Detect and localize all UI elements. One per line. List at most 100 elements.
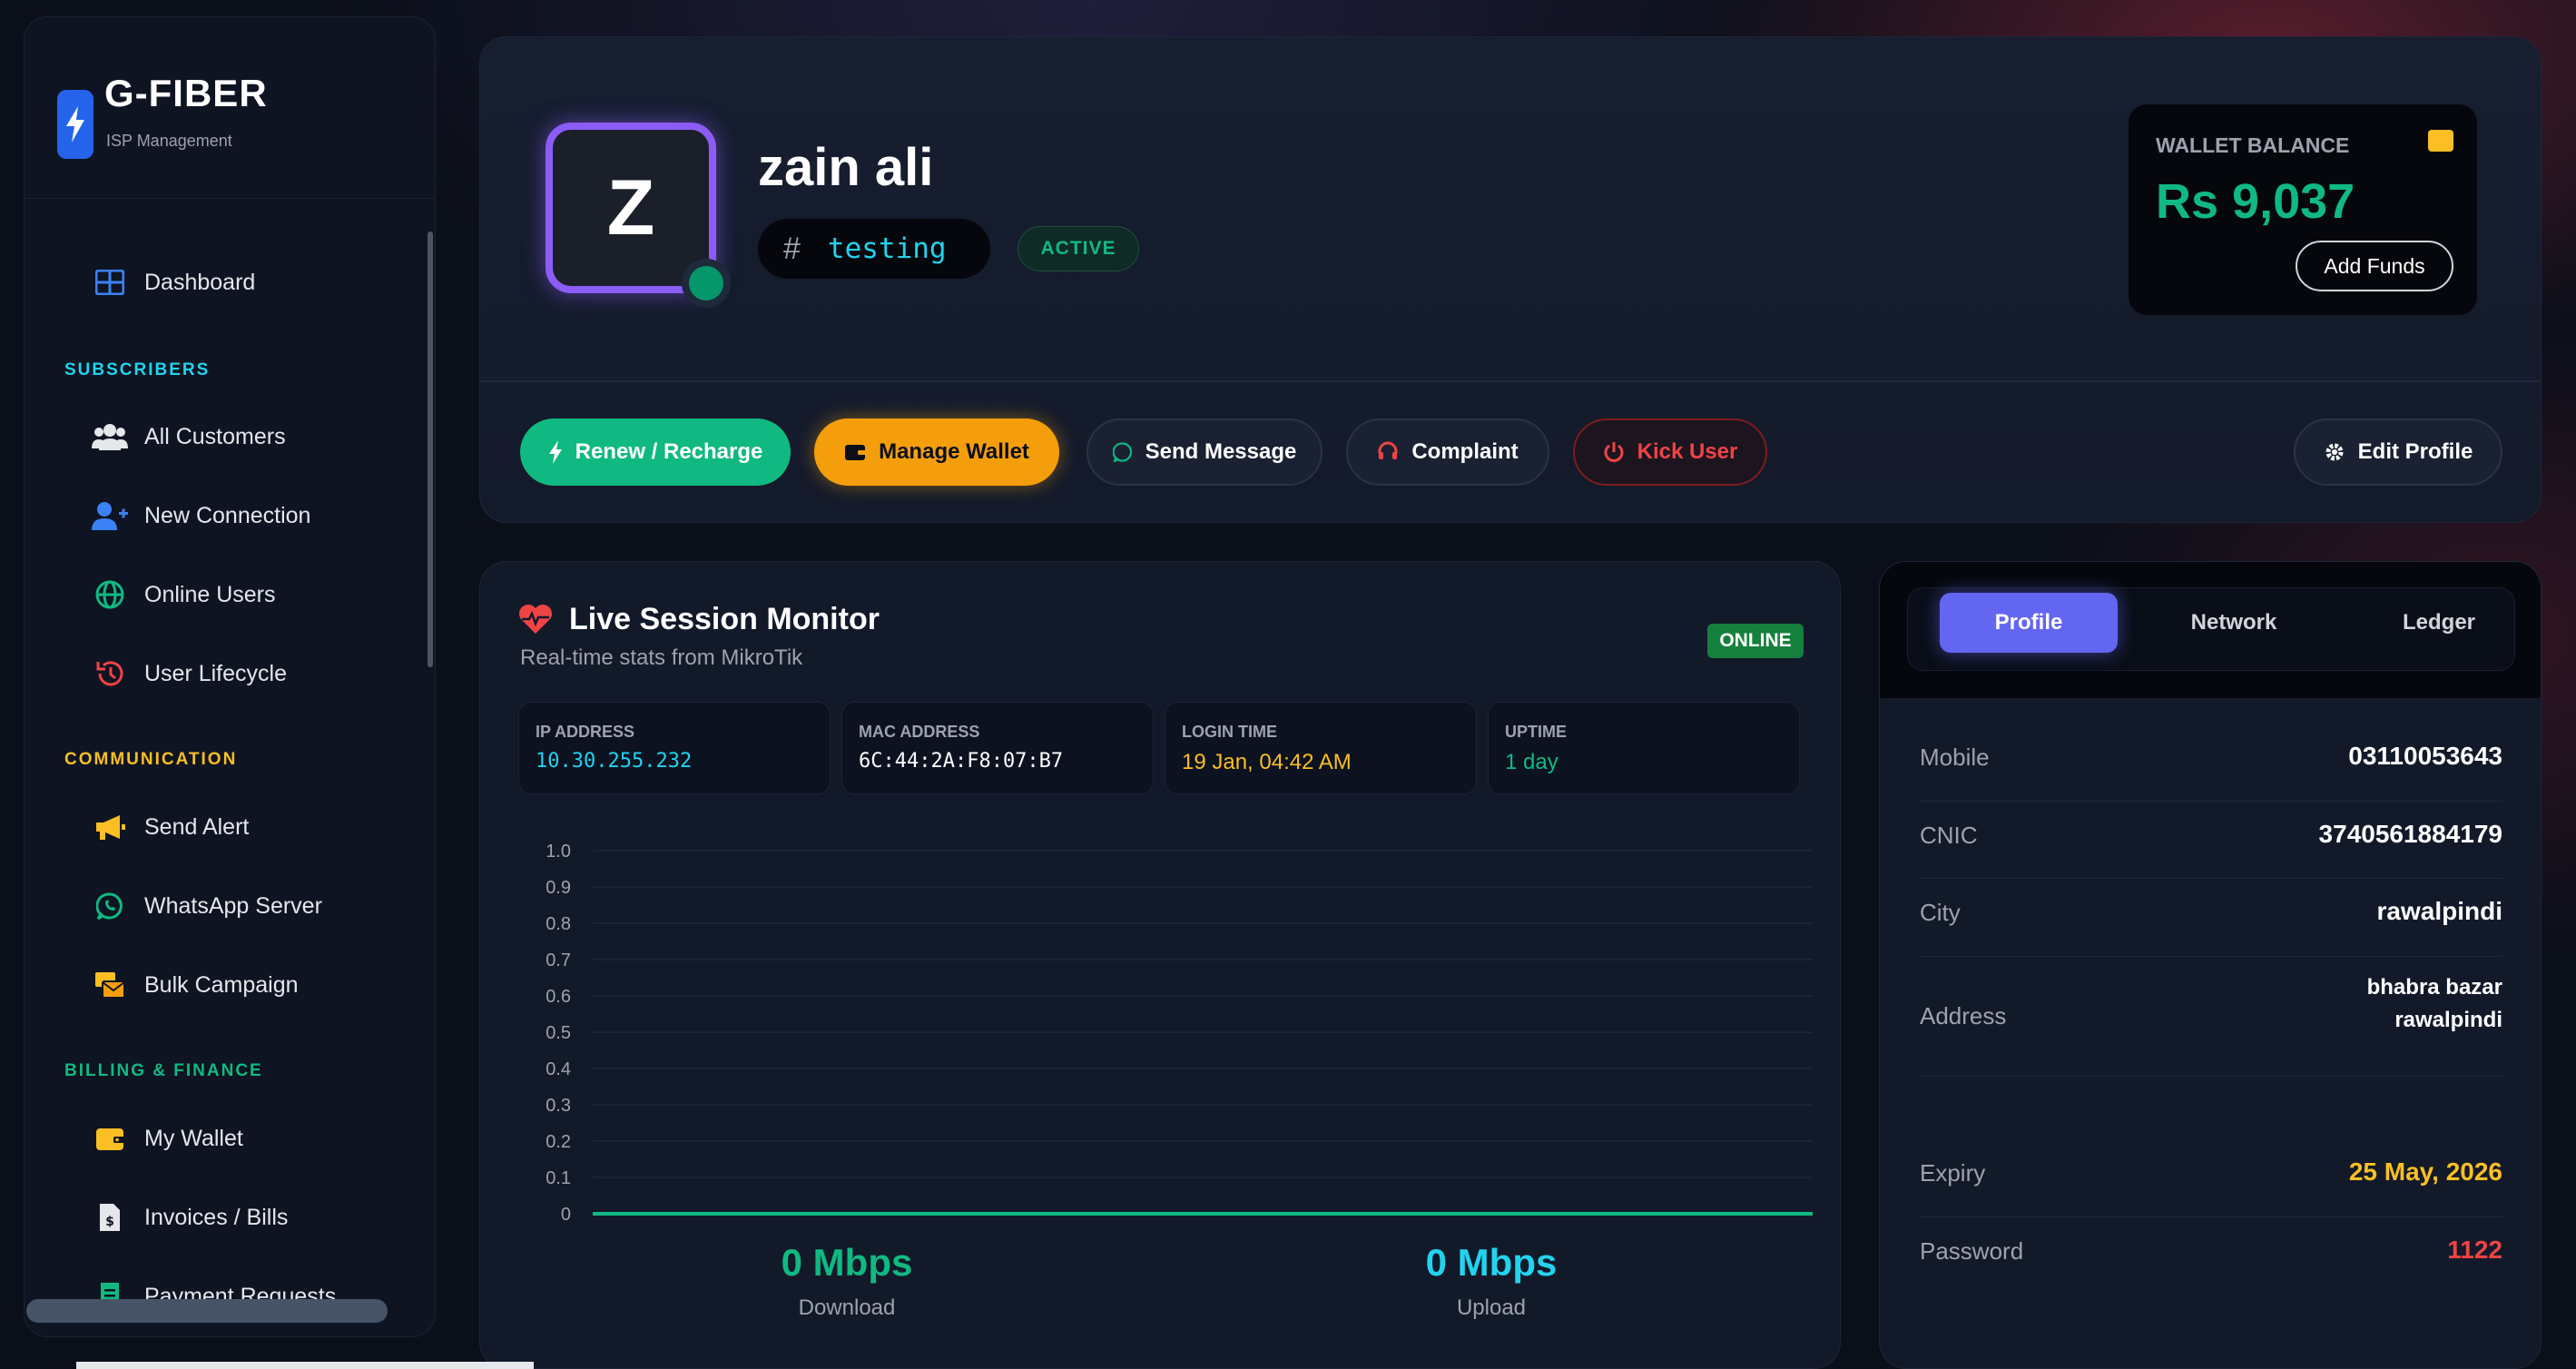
renew-recharge-button[interactable]: Renew / Recharge [520, 419, 791, 486]
chart-y-tick-label: 0.1 [546, 1168, 571, 1188]
manage-wallet-label: Manage Wallet [879, 439, 1029, 464]
section-heading-subscribers: SUBSCRIBERS [64, 360, 211, 379]
hash-icon: # [783, 231, 801, 266]
detail-row-cnic: CNIC 3740561884179 [1920, 802, 2502, 879]
add-funds-button[interactable]: Add Funds [2296, 241, 2453, 291]
sidebar-scrollbar-horizontal[interactable] [26, 1299, 388, 1323]
detail-value: 25 May, 2026 [2348, 1157, 2502, 1186]
grid-icon [92, 264, 128, 300]
customer-details-card: Profile Network Ledger Mobile 0311005364… [1879, 561, 2542, 1369]
stat-value: 1 day [1505, 750, 1558, 774]
manage-wallet-button[interactable]: Manage Wallet [814, 419, 1059, 486]
megaphone-icon [92, 809, 128, 845]
sidebar-item-new-connection[interactable]: New Connection [57, 485, 420, 547]
gear-icon [2324, 441, 2345, 463]
renew-label: Renew / Recharge [575, 439, 763, 464]
detail-value: bhabra bazar rawalpindi [2367, 971, 2502, 1037]
sidebar-item-bulk-campaign[interactable]: Bulk Campaign [57, 954, 420, 1016]
chart-y-tick-label: 0.9 [546, 878, 571, 898]
detail-value: rawalpindi [2376, 897, 2502, 925]
sidebar-item-dashboard[interactable]: Dashboard [57, 251, 420, 313]
detail-key: CNIC [1920, 822, 1978, 849]
kick-user-label: Kick User [1637, 439, 1738, 464]
brand-subtitle: ISP Management [106, 132, 232, 150]
wallet-amount: Rs 9,037 [2156, 174, 2355, 229]
sidebar-item-invoices[interactable]: $ Invoices / Bills [57, 1187, 420, 1248]
sidebar-item-label: User Lifecycle [144, 660, 287, 686]
sidebar-scrollbar-vertical[interactable] [428, 231, 433, 667]
wallet-label: WALLET BALANCE [2156, 133, 2350, 157]
stat-value: 10.30.255.232 [536, 750, 693, 773]
stat-value: 19 Jan, 04:42 AM [1182, 750, 1352, 774]
complaint-button[interactable]: Complaint [1346, 419, 1549, 486]
sidebar-item-label: My Wallet [144, 1125, 243, 1151]
stat-login-time: LOGIN TIME 19 Jan, 04:42 AM [1165, 702, 1477, 794]
stat-value: 6C:44:2A:F8:07:B7 [859, 750, 1064, 773]
mail-bulk-icon [92, 967, 128, 1003]
tab-network[interactable]: Network [2145, 593, 2323, 653]
address-line: bhabra bazar [2366, 975, 2502, 1000]
sidebar-item-label: Dashboard [144, 269, 256, 295]
sidebar-item-label: Send Alert [144, 813, 250, 840]
stat-ip-address: IP ADDRESS 10.30.255.232 [518, 702, 831, 794]
chart-y-tick-label: 0.5 [546, 1023, 571, 1043]
tab-bar: Profile Network Ledger [1880, 562, 2541, 698]
sidebar-item-whatsapp-server[interactable]: WhatsApp Server [57, 875, 420, 937]
upload-label: Upload [1456, 1295, 1527, 1320]
sidebar-item-label: WhatsApp Server [144, 892, 322, 919]
sidebar-item-label: New Connection [144, 502, 311, 528]
sidebar-item-label: Bulk Campaign [144, 971, 299, 998]
username: testing [827, 232, 947, 265]
username-tag: # testing [758, 219, 990, 279]
chart-y-tick-label: 0.6 [546, 987, 571, 1007]
section-heading-billing: BILLING & FINANCE [64, 1061, 263, 1080]
bottom-edge-line [76, 1362, 534, 1369]
online-status-dot [682, 259, 731, 308]
bolt-icon [548, 440, 563, 464]
tab-profile[interactable]: Profile [1940, 593, 2118, 653]
detail-value: 1122 [2447, 1236, 2502, 1264]
sidebar-item-all-customers[interactable]: All Customers [57, 406, 420, 468]
sidebar-item-send-alert[interactable]: Send Alert [57, 796, 420, 858]
svg-text:$: $ [105, 1215, 114, 1229]
address-line: rawalpindi [2394, 1008, 2502, 1032]
sidebar-item-label: Invoices / Bills [144, 1204, 289, 1230]
tab-ledger[interactable]: Ledger [2350, 593, 2528, 653]
edit-profile-label: Edit Profile [2357, 439, 2473, 464]
detail-key: Address [1920, 1002, 2007, 1029]
sidebar-item-label: Online Users [144, 581, 276, 607]
sidebar-item-user-lifecycle[interactable]: User Lifecycle [57, 643, 420, 704]
live-session-card: Live Session Monitor Real-time stats fro… [479, 561, 1841, 1369]
wallet-icon [844, 443, 867, 461]
detail-key: Password [1920, 1237, 2024, 1265]
brand-header: G-FIBER ISP Management [25, 17, 435, 199]
detail-key: City [1920, 899, 1961, 926]
chart-y-tick-label: 1.0 [546, 842, 571, 862]
divider [480, 380, 2541, 382]
profile-header-card: Z zain ali # testing ACTIVE WALLET BALAN… [479, 36, 2542, 523]
session-title: Live Session Monitor [569, 602, 880, 636]
whatsapp-icon [92, 888, 128, 924]
download-speed: 0 Mbps [781, 1241, 913, 1284]
traffic-chart: 1.0 0.9 0.8 0.7 0.6 0.5 0.4 0.3 0.2 0.1 0 [546, 842, 1813, 1225]
status-badge: ACTIVE [1018, 226, 1139, 271]
chart-y-tick-label: 0.7 [546, 950, 571, 970]
globe-icon [92, 576, 128, 613]
sidebar-item-label: All Customers [144, 423, 286, 449]
send-message-button[interactable]: Send Message [1086, 419, 1322, 486]
wallet-icon [2428, 130, 2453, 152]
bolt-icon [57, 90, 93, 159]
sidebar-item-online-users[interactable]: Online Users [57, 564, 420, 625]
stat-label: LOGIN TIME [1182, 723, 1277, 741]
sidebar-item-my-wallet[interactable]: My Wallet [57, 1108, 420, 1169]
invoice-icon: $ [92, 1199, 128, 1236]
kick-user-button[interactable]: Kick User [1573, 419, 1767, 486]
detail-key: Mobile [1920, 744, 1990, 771]
section-heading-communication: COMMUNICATION [64, 750, 238, 769]
users-icon [92, 419, 128, 455]
online-badge: ONLINE [1707, 624, 1804, 658]
detail-key: Expiry [1920, 1159, 1986, 1187]
detail-row-expiry: Expiry 25 May, 2026 [1920, 1139, 2502, 1217]
stat-label: IP ADDRESS [536, 723, 635, 741]
edit-profile-button[interactable]: Edit Profile [2294, 419, 2502, 486]
